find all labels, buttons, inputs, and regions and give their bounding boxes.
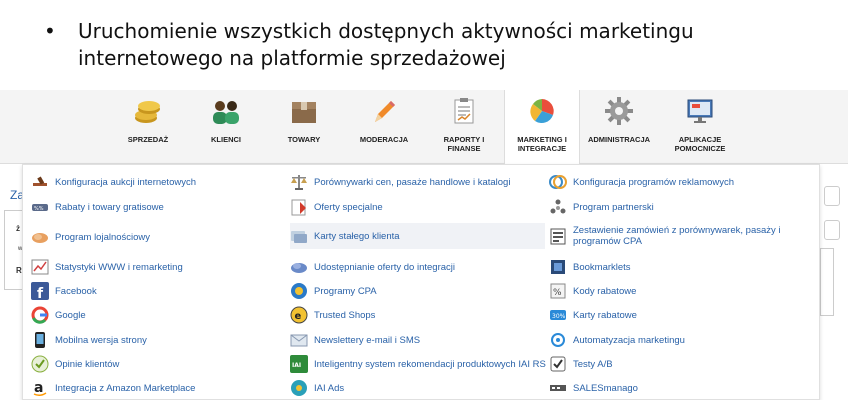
menu-item-zestawienie-zamowien[interactable]: Zestawienie zamówień z porównywarek, pas… <box>549 222 809 250</box>
nav-item-klienci[interactable]: KLIENCI <box>196 90 256 164</box>
menu-item-porownywarki[interactable]: Porównywarki cen, pasaże handlowe i kata… <box>290 171 510 193</box>
bullet-glyph: • <box>44 19 56 43</box>
amazon-icon: a <box>31 379 49 397</box>
bookmarklet-icon <box>549 258 567 276</box>
slide-bullet-text: • Uruchomienie wszystkich dostępnych akt… <box>44 18 824 72</box>
menu-item-konfiguracja-programow[interactable]: Konfiguracja programów reklamowych <box>549 171 734 193</box>
menu-item-oferty-specjalne[interactable]: Oferty specjalne <box>290 196 383 218</box>
bg-text-c: R <box>16 266 22 275</box>
recommendation-icon: IAI <box>290 355 308 373</box>
nav-label: RAPORTY I FINANSE <box>443 135 485 153</box>
nav-label: MODERACJA <box>359 135 409 144</box>
menu-item-program-lojalnosciowy[interactable]: Program lojalnościowy <box>31 226 150 248</box>
facebook-icon: f <box>31 282 49 302</box>
bg-select-right-1[interactable] <box>824 186 840 206</box>
check-badge-icon <box>31 355 49 373</box>
google-icon <box>31 306 49 324</box>
menu-item-automatyzacja[interactable]: Automatyzacja marketingu <box>549 329 685 351</box>
nav-label: KLIENCI <box>211 135 241 144</box>
nav-item-marketing[interactable]: MARKETING I INTEGRACJE <box>504 90 580 166</box>
handshake-icon <box>31 228 49 246</box>
svg-text:30%: 30% <box>552 313 566 320</box>
coins-icon <box>133 96 163 126</box>
svg-text:a: a <box>34 380 43 396</box>
automation-icon <box>549 331 567 349</box>
people-icon <box>211 96 241 126</box>
main-navigation: SPRZEDAŻ KLIENCI TOWARY MODERACJA RAPORT… <box>0 90 848 166</box>
svg-text:e: e <box>295 311 302 322</box>
nav-item-sprzedaz[interactable]: SPRZEDAŻ <box>118 90 178 164</box>
menu-item-facebook[interactable]: f Facebook <box>31 280 97 302</box>
menu-item-google[interactable]: Google <box>31 304 86 326</box>
bg-panel-right <box>820 248 834 316</box>
nav-label: APLIKACJE POMOCNICZE <box>674 135 726 153</box>
nav-item-aplikacje[interactable]: APLIKACJE POMOCNICZE <box>664 90 736 164</box>
menu-item-trusted-shops[interactable]: e Trusted Shops <box>290 304 375 326</box>
menu-item-statystyki[interactable]: Statystyki WWW i remarketing <box>31 256 183 278</box>
menu-item-amazon[interactable]: a Integracja z Amazon Marketplace <box>31 377 195 399</box>
nav-item-raporty[interactable]: RAPORTY I FINANSE <box>436 90 492 164</box>
menu-item-newslettery[interactable]: Newslettery e-mail i SMS <box>290 329 420 351</box>
menu-item-iai-rs[interactable]: IAI Inteligentny system rekomendacji pro… <box>290 353 546 375</box>
loyalty-card-icon <box>290 227 308 245</box>
nav-label: ADMINISTRACJA <box>587 135 651 144</box>
gavel-icon <box>31 173 49 191</box>
menu-item-program-partnerski[interactable]: Program partnerski <box>549 196 654 218</box>
stats-chart-icon <box>31 258 49 276</box>
marketing-dropdown-menu: Konfiguracja aukcji internetowych %% Rab… <box>22 164 820 400</box>
menu-item-udostepnianie-oferty[interactable]: Udostępnianie oferty do integracji <box>290 256 455 278</box>
bg-select-right-2[interactable] <box>824 220 840 240</box>
nav-item-moderacja[interactable]: MODERACJA <box>352 90 416 164</box>
report-icon <box>449 96 479 126</box>
svg-text:%: % <box>553 288 562 298</box>
nav-label: MARKETING I INTEGRACJE <box>517 135 567 153</box>
menu-item-mobilna-wersja[interactable]: Mobilna wersja strony <box>31 329 147 351</box>
menu-item-bookmarklets[interactable]: Bookmarklets <box>549 256 631 278</box>
menu-item-programy-cpa[interactable]: Programy CPA <box>290 280 377 302</box>
discount-card-icon: 30% <box>549 306 567 324</box>
menu-item-konfiguracja-aukcji[interactable]: Konfiguracja aukcji internetowych <box>31 171 196 193</box>
app-screenshot: Za ż w R SPRZEDAŻ KLIENCI TOWARY MODERAC… <box>0 90 848 400</box>
special-offer-icon <box>290 198 308 216</box>
share-cloud-icon <box>290 258 308 276</box>
menu-item-opinie-klientow[interactable]: Opinie klientów <box>31 353 119 375</box>
menu-item-kody-rabatowe[interactable]: % Kody rabatowe <box>549 280 636 302</box>
menu-item-testy-ab[interactable]: Testy A/B <box>549 353 613 375</box>
checkmark-icon <box>549 355 567 373</box>
svg-text:IAI: IAI <box>292 362 301 369</box>
menu-item-iai-ads[interactable]: IAI Ads <box>290 377 344 399</box>
nav-item-administracja[interactable]: ADMINISTRACJA <box>584 90 654 164</box>
svg-text:%%: %% <box>34 206 44 212</box>
discount-tag-icon: %% <box>31 198 49 216</box>
menu-item-karty-stalego-klienta[interactable]: Karty stałego klienta <box>290 223 545 249</box>
pie-chart-icon <box>527 96 557 126</box>
pencil-icon <box>369 96 399 126</box>
mobile-phone-icon <box>31 331 49 349</box>
partner-network-icon <box>549 198 567 216</box>
slide-bullet-label: Uruchomienie wszystkich dostępnych aktyw… <box>78 19 694 70</box>
orders-summary-icon <box>549 227 567 245</box>
ad-program-icon <box>549 173 567 191</box>
scales-icon <box>290 173 308 191</box>
nav-item-towary[interactable]: TOWARY <box>274 90 334 164</box>
cpa-icon <box>290 282 308 300</box>
discount-code-icon: % <box>549 282 567 300</box>
menu-item-karty-rabatowe[interactable]: 30% Karty rabatowe <box>549 304 637 326</box>
gear-icon <box>604 96 634 126</box>
nav-label: SPRZEDAŻ <box>127 135 169 144</box>
ads-icon <box>290 379 308 397</box>
menu-item-rabaty[interactable]: %% Rabaty i towary gratisowe <box>31 196 164 218</box>
bg-text-a: ż <box>16 224 20 233</box>
nav-label: TOWARY <box>287 135 321 144</box>
box-icon <box>289 96 319 126</box>
newsletter-icon <box>290 331 308 349</box>
salesmanago-icon <box>549 379 567 397</box>
menu-item-salesmanago[interactable]: SALESmanago <box>549 377 638 399</box>
monitor-icon <box>685 96 715 126</box>
svg-text:f: f <box>37 286 44 300</box>
trusted-shops-icon: e <box>290 306 308 324</box>
